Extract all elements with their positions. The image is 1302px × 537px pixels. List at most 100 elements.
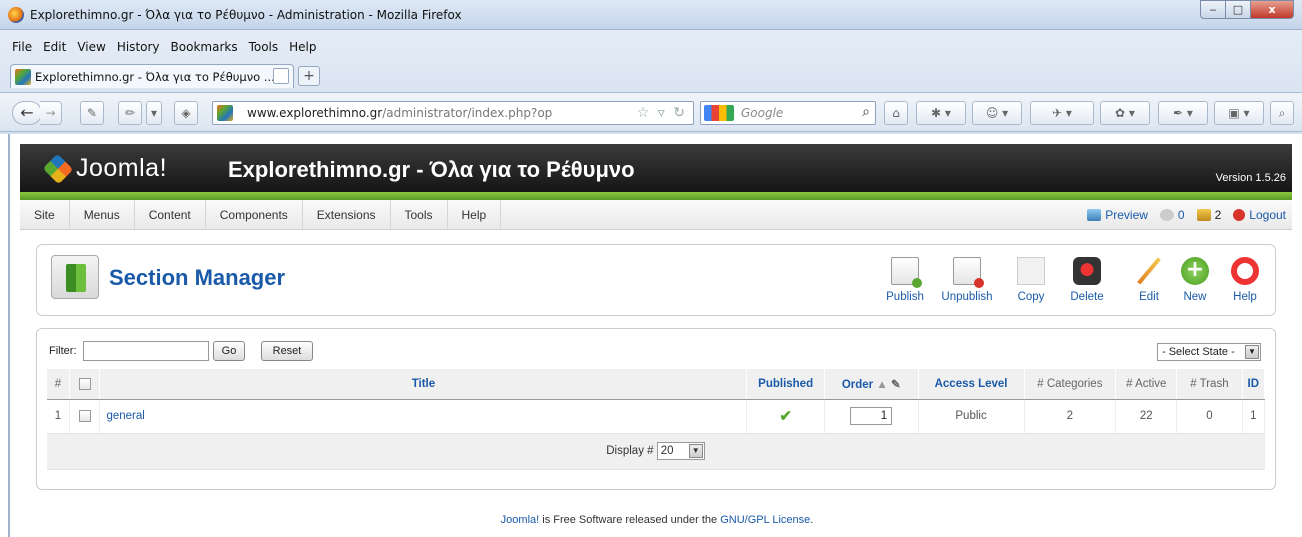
reset-button[interactable]: Reset xyxy=(261,341,313,361)
back-button[interactable]: ← xyxy=(12,101,42,125)
home-icon[interactable]: ⌂ xyxy=(884,101,908,125)
search-bar[interactable]: Google ⌕ xyxy=(700,101,876,125)
delete-icon xyxy=(1073,257,1101,285)
gift-icon[interactable]: ◈ xyxy=(174,101,198,125)
google-icon xyxy=(704,105,734,121)
forward-button[interactable]: → xyxy=(40,101,62,125)
window-controls: ‒ □ x xyxy=(1200,0,1294,19)
menu-help[interactable]: Help xyxy=(448,200,502,229)
menu-tools[interactable]: Tools xyxy=(391,200,448,229)
menu-help[interactable]: Help xyxy=(289,40,316,60)
row-active: 22 xyxy=(1115,399,1178,434)
close-button[interactable]: x xyxy=(1250,0,1294,19)
new-button[interactable]: + New xyxy=(1167,253,1223,311)
menu-bookmarks[interactable]: Bookmarks xyxy=(171,40,238,60)
dropdown-arrow-icon[interactable]: ▾ xyxy=(146,101,162,125)
logout-link[interactable]: Logout xyxy=(1233,200,1286,230)
minimize-button[interactable]: ‒ xyxy=(1200,0,1226,19)
new-icon: + xyxy=(1181,257,1209,285)
table-row: 1 general ✔ 1 Public 2 22 0 1 xyxy=(47,399,1266,434)
preview-icon xyxy=(1087,209,1102,221)
admin-status: Preview 0 2 Logout xyxy=(1087,200,1286,230)
addon-icon[interactable]: ✎ xyxy=(80,101,104,125)
order-input[interactable]: 1 xyxy=(850,407,893,425)
copy-button[interactable]: Copy xyxy=(1003,253,1059,311)
menu-tools[interactable]: Tools xyxy=(249,40,279,60)
delete-label: Delete xyxy=(1070,291,1104,303)
navigation-toolbar: ← → ✎ ✏ ▾ ◈ www.explorethimno.gr/adminis… xyxy=(0,92,1302,132)
addon-menu-icon[interactable]: ✱ ▾ xyxy=(916,101,966,125)
youtube-icon[interactable]: ▣ ▾ xyxy=(1214,101,1264,125)
menu-extensions[interactable]: Extensions xyxy=(303,200,391,229)
sections-table: # Title Published Order ▲ ✎ Access Level… xyxy=(47,369,1266,470)
chevron-down-icon: ▼ xyxy=(1245,345,1259,359)
joomla-header: Joomla! Explorethimno.gr - Όλα για το Ρέ… xyxy=(20,144,1292,192)
footer-period: . xyxy=(810,514,814,526)
messages-count[interactable]: 0 xyxy=(1159,200,1185,230)
url-text: www.explorethimno.gr/administrator/index… xyxy=(247,106,552,120)
help-button[interactable]: Help xyxy=(1217,253,1273,311)
table-footer-row: Display # 20 ▼ xyxy=(47,432,1265,470)
menu-content[interactable]: Content xyxy=(135,200,206,229)
url-path: /administrator/index.php?op xyxy=(382,106,553,120)
joomla-link[interactable]: Joomla! xyxy=(501,514,540,526)
header-trash: # Trash xyxy=(1176,369,1243,400)
preview-link[interactable]: Preview xyxy=(1087,200,1148,230)
search-icon[interactable]: ⌕ xyxy=(862,104,870,120)
save-order-icon[interactable]: ✎ xyxy=(891,379,901,391)
menu-view[interactable]: View xyxy=(77,40,105,60)
firefox-icon xyxy=(8,7,24,23)
users-value: 2 xyxy=(1214,208,1222,222)
pencil-icon[interactable]: ✏ xyxy=(118,101,142,125)
row-access[interactable]: Public xyxy=(918,399,1025,434)
browser-tab[interactable]: Explorethimno.gr - Όλα για το Ρέθυμνο ..… xyxy=(10,64,294,88)
menu-site[interactable]: Site xyxy=(20,200,70,229)
display-limit-select[interactable]: 20 ▼ xyxy=(656,442,705,460)
menu-components[interactable]: Components xyxy=(206,200,303,229)
unpublish-button[interactable]: Unpublish xyxy=(939,253,995,311)
url-action-icons: ☆ ▿ ↻ xyxy=(636,105,687,121)
smiley-icon[interactable]: ☺ ▾ xyxy=(972,101,1022,125)
row-checkbox[interactable] xyxy=(78,409,91,422)
joomla-favicon-icon xyxy=(15,69,31,85)
section-manager-icon xyxy=(51,255,99,299)
header-order[interactable]: Order ▲ ✎ xyxy=(824,369,919,400)
wand-icon[interactable]: ✒ ▾ xyxy=(1158,101,1208,125)
published-check-icon[interactable]: ✔ xyxy=(779,408,792,425)
extension-icon[interactable]: ✈ ▾ xyxy=(1030,101,1094,125)
header-id[interactable]: ID xyxy=(1242,369,1266,400)
message-icon xyxy=(1159,209,1174,221)
copy-label: Copy xyxy=(1017,291,1045,303)
go-button[interactable]: Go xyxy=(213,341,245,361)
state-select[interactable]: - Select State - ▼ xyxy=(1157,343,1261,361)
menu-file[interactable]: File xyxy=(12,40,32,60)
tab-list-icon[interactable] xyxy=(273,68,289,84)
select-all-checkbox[interactable] xyxy=(78,377,91,390)
row-trash: 0 xyxy=(1176,399,1243,434)
new-tab-button[interactable]: + xyxy=(298,66,320,86)
license-link[interactable]: GNU/GPL License xyxy=(720,514,810,526)
magnifier-icon[interactable]: ⌕ xyxy=(1270,101,1294,125)
users-count[interactable]: 2 xyxy=(1196,200,1222,230)
copy-icon xyxy=(1017,257,1045,285)
menu-history[interactable]: History xyxy=(117,40,160,60)
menu-edit[interactable]: Edit xyxy=(43,40,66,60)
menu-menus[interactable]: Menus xyxy=(70,200,135,229)
header-published[interactable]: Published xyxy=(746,369,825,400)
filter-input[interactable] xyxy=(83,341,209,361)
address-bar[interactable]: www.explorethimno.gr/administrator/index… xyxy=(212,101,694,125)
header-access[interactable]: Access Level xyxy=(918,369,1025,400)
delete-button[interactable]: Delete xyxy=(1059,253,1115,311)
gear-icon[interactable]: ✿ ▾ xyxy=(1100,101,1150,125)
url-domain: www.explorethimno.gr xyxy=(247,106,383,120)
header-order-label: Order xyxy=(841,378,874,391)
publish-button[interactable]: Publish xyxy=(877,253,933,311)
admin-menu: Site Menus Content Components Extensions… xyxy=(20,200,1292,230)
header-title[interactable]: Title xyxy=(99,369,748,400)
header-checkbox[interactable] xyxy=(69,369,101,400)
window-title: Explorethimno.gr - Όλα για το Ρέθυμνο - … xyxy=(30,8,462,22)
maximize-button[interactable]: □ xyxy=(1225,0,1251,19)
row-title-link[interactable]: general xyxy=(99,399,748,434)
browser-menubar: File Edit View History Bookmarks Tools H… xyxy=(0,40,328,60)
footer-text: is Free Software released under the xyxy=(539,514,721,526)
